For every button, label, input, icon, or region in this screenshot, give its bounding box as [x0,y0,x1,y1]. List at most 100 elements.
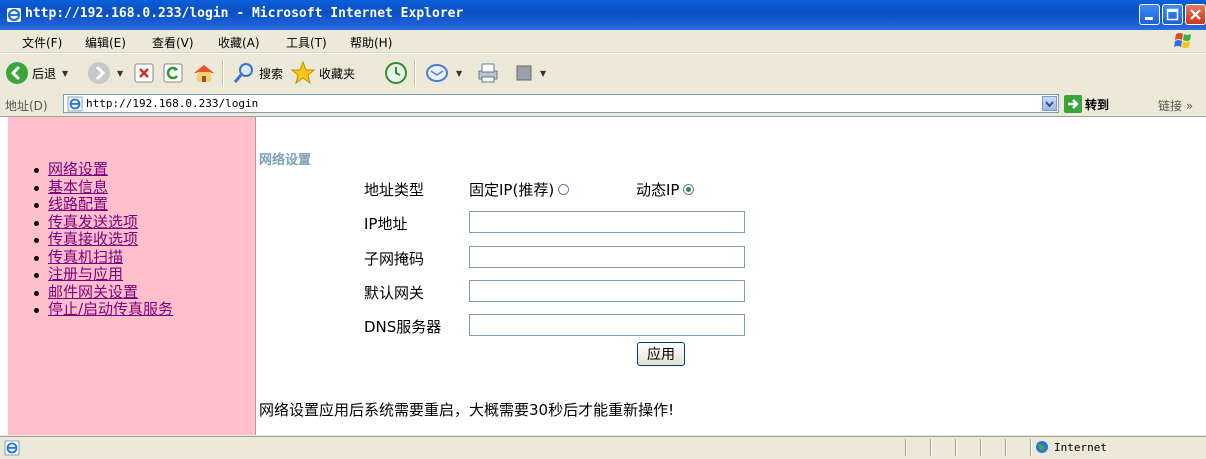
stop-icon [134,63,154,83]
back-label: 后退 [32,66,57,81]
menu-help[interactable]: 帮助(H) [350,34,392,51]
back-dropdown-icon[interactable]: ▼ [62,69,68,78]
toolbar: 后退 ▼ ▼ 搜索 收藏夹 ▼ ▼ [0,53,1206,93]
forward-dropdown-icon[interactable]: ▼ [117,69,123,78]
static-ip-label: 固定IP(推荐) [469,181,555,199]
favorites-star-icon [290,60,316,85]
dynamic-ip-option[interactable]: 动态IP [636,179,695,200]
print-button[interactable] [476,60,500,86]
ie-page-icon [67,96,83,112]
status-separator [1030,439,1032,456]
gateway-input[interactable] [469,280,745,302]
go-button[interactable]: 转到 [1064,95,1109,113]
sidebar-item-fax-service: 停止/启动传真服务 [30,300,173,319]
status-separator [980,439,982,456]
menu-favorites[interactable]: 收藏(A) [218,34,260,51]
dynamic-ip-label: 动态IP [636,181,680,199]
minimize-button[interactable] [1139,4,1160,25]
status-separator [905,439,907,456]
sidebar-link-fax-scan[interactable]: 传真机扫描 [48,248,123,266]
mail-icon [426,64,448,82]
edit-button[interactable]: ▼ [514,60,546,86]
sidebar-link-line-config[interactable]: 线路配置 [48,195,108,213]
static-ip-radio[interactable] [558,184,570,195]
status-separator [930,439,932,456]
menu-edit[interactable]: 编辑(E) [85,34,126,51]
toolbar-separator [222,60,224,86]
address-type-label: 地址类型 [364,181,425,199]
dynamic-ip-radio[interactable] [683,184,695,195]
subnet-mask-label: 子网掩码 [364,250,425,268]
home-button[interactable] [192,60,216,86]
history-button[interactable] [384,60,408,86]
chevron-down-icon [1045,101,1054,108]
sidebar-link-fax-service[interactable]: 停止/启动传真服务 [48,300,173,318]
search-label: 搜索 [259,66,284,81]
sidebar-link-fax-send[interactable]: 传真发送选项 [48,213,138,231]
edit-dropdown-icon[interactable]: ▼ [540,69,546,78]
maximize-button[interactable] [1162,4,1183,25]
mail-button[interactable]: ▼ [426,60,462,86]
status-separator [1005,439,1007,456]
search-button[interactable]: 搜索 [232,60,283,86]
windows-logo-icon [1174,33,1191,48]
menu-file[interactable]: 文件(F) [22,34,62,51]
menu-view[interactable]: 查看(V) [152,34,194,51]
sidebar-link-fax-receive[interactable]: 传真接收选项 [48,230,138,248]
sidebar-item-mail-gateway: 邮件网关设置 [30,283,173,302]
globe-icon [1036,441,1048,453]
stop-button[interactable] [133,60,155,86]
favorites-label: 收藏夹 [319,66,356,81]
sidebar-item-register: 注册与应用 [30,265,173,284]
dns-server-label: DNS服务器 [364,318,442,336]
title-bar: http://192.168.0.233/login - Microsoft I… [0,0,1206,30]
sidebar-item-line-config: 线路配置 [30,195,173,214]
page-title: 网络设置 [259,153,312,168]
refresh-button[interactable] [162,60,184,86]
links-button[interactable]: 链接 » [1158,97,1193,114]
close-icon [1190,9,1201,20]
menu-tools[interactable]: 工具(T) [286,34,327,51]
sidebar-nav: 网络设置 基本信息 线路配置 传真发送选项 传真接收选项 传真机扫描 注册与应用… [30,160,173,319]
address-input[interactable]: http://192.168.0.233/login [63,94,1059,113]
refresh-icon [163,63,183,83]
sidebar-link-mail-gateway[interactable]: 邮件网关设置 [48,283,138,301]
forward-button[interactable]: ▼ [87,60,123,86]
home-icon [194,65,214,82]
static-ip-option[interactable]: 固定IP(推荐) [469,179,570,200]
maximize-icon [1166,8,1179,21]
address-dropdown-button[interactable] [1042,96,1057,111]
network-settings-form: 网络设置 地址类型 固定IP(推荐) 动态IP IP地址 子网掩码 默认网关 D… [258,117,1206,435]
sidebar-link-register[interactable]: 注册与应用 [48,265,123,283]
close-button[interactable] [1185,4,1206,25]
print-icon [478,63,498,83]
back-button[interactable]: 后退 ▼ [5,60,68,86]
favorites-button[interactable]: 收藏夹 [290,60,355,86]
subnet-mask-input[interactable] [469,246,745,268]
sidebar-item-network: 网络设置 [30,160,173,179]
forward-arrow-icon [88,62,110,84]
ip-address-label: IP地址 [364,215,408,233]
sidebar-link-basic-info[interactable]: 基本信息 [48,178,108,196]
address-label: 地址(D) [5,99,48,113]
window-title: http://192.168.0.233/login - Microsoft I… [25,6,464,21]
page-content: 网络设置 基本信息 线路配置 传真发送选项 传真接收选项 传真机扫描 注册与应用… [0,117,1206,435]
go-arrow-icon [1064,95,1082,113]
minimize-icon [1145,17,1153,20]
menu-bar: 文件(F) 编辑(E) 查看(V) 收藏(A) 工具(T) 帮助(H) [0,30,1206,53]
security-zone: Internet [1035,440,1107,454]
toolbar-separator [414,60,416,86]
status-separator [955,439,957,456]
mail-dropdown-icon[interactable]: ▼ [456,69,462,78]
ip-address-input[interactable] [469,211,745,233]
status-bar: Internet [0,436,1206,459]
sidebar-item-fax-scan: 传真机扫描 [30,248,173,267]
gateway-label: 默认网关 [364,284,425,302]
apply-button[interactable]: 应用 [637,342,685,366]
ie-icon [7,8,21,22]
address-bar: 地址(D) http://192.168.0.233/login 转到 链接 » [0,92,1206,117]
sidebar-link-network[interactable]: 网络设置 [48,160,108,178]
sidebar-item-fax-receive: 传真接收选项 [30,230,173,249]
dns-server-input[interactable] [469,314,745,336]
sidebar-item-fax-send: 传真发送选项 [30,213,173,232]
